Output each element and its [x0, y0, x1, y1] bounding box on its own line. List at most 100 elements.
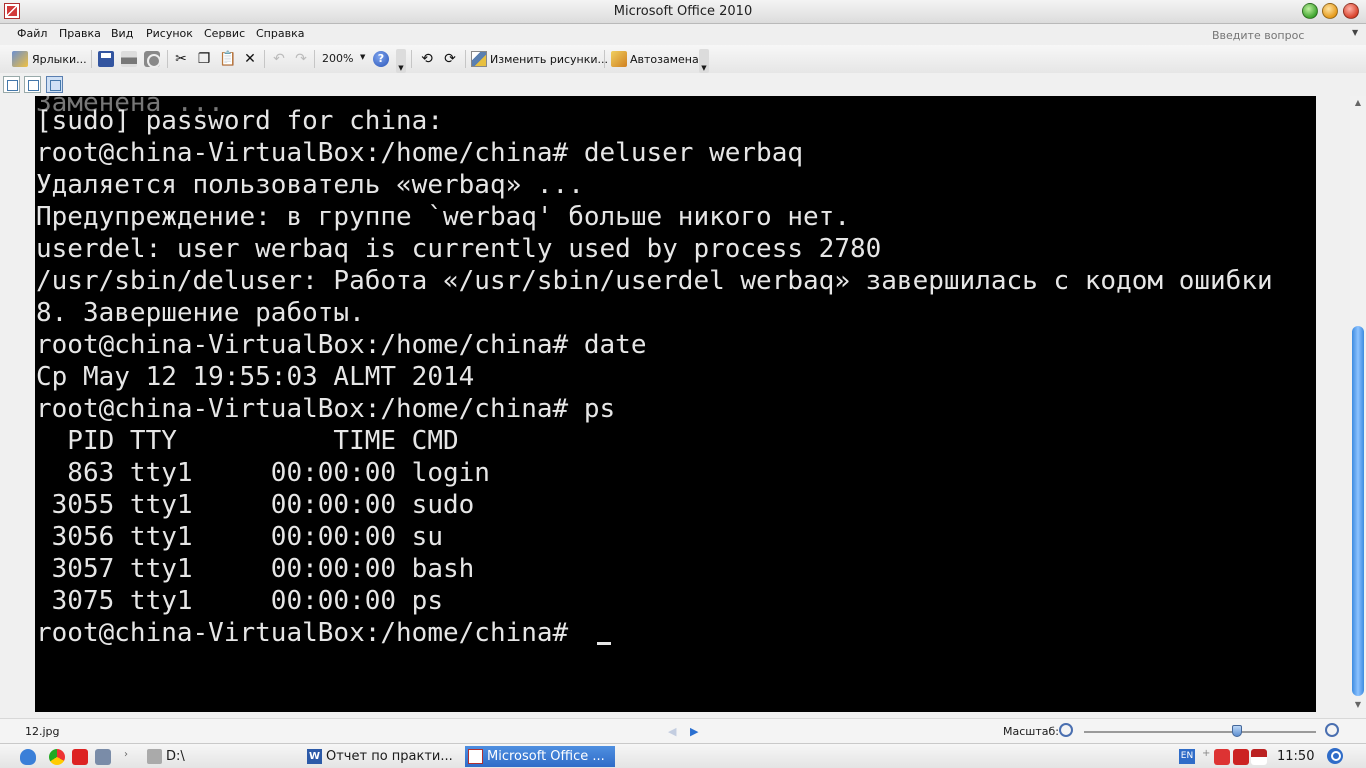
scroll-down-icon[interactable]: ▼: [1351, 700, 1365, 714]
menu-help[interactable]: Справка: [256, 27, 304, 40]
scroll-up-icon[interactable]: ▲: [1351, 98, 1365, 112]
taskbar-item-word[interactable]: W Отчет по практи...: [304, 746, 454, 767]
thumbnail-view-icon[interactable]: [3, 76, 20, 93]
edit-pictures-label: Изменить рисунки...: [490, 52, 609, 66]
print-button[interactable]: [121, 50, 137, 68]
language-indicator[interactable]: EN: [1179, 749, 1195, 764]
file-name: 12.jpg: [25, 725, 60, 738]
redo-icon: ↷: [295, 51, 307, 67]
chrome-icon[interactable]: [49, 749, 65, 765]
print-icon: [121, 51, 137, 67]
next-picture-icon[interactable]: ▶: [690, 725, 698, 738]
terminal-line: Удаляется пользователь «werbaq» ...: [36, 170, 584, 200]
standard-toolbar: Ярлыки... ✂ ❐ 📋 ✕ ↶ ↷ 200% ▼ ? ▼ ⟲ ⟳ Изм…: [0, 45, 1366, 73]
apple-menu-icon[interactable]: [20, 749, 36, 765]
checkmark-icon[interactable]: [1233, 749, 1249, 765]
terminal-line: root@china-VirtualBox:/home/china# ps: [36, 394, 616, 424]
flag-icon[interactable]: [1251, 749, 1267, 765]
menu-picture[interactable]: Рисунок: [146, 27, 193, 40]
zoom-slider-thumb[interactable]: [1232, 725, 1243, 737]
save-button[interactable]: [98, 50, 114, 68]
close-button[interactable]: [1343, 3, 1359, 19]
zoom-out-icon[interactable]: [1059, 723, 1073, 737]
scissors-icon: ✂: [175, 51, 187, 67]
plus-icon: +: [1202, 748, 1211, 759]
redo-button[interactable]: ↷: [293, 50, 309, 68]
zoom-label: Масштаб:: [1003, 725, 1059, 738]
help-question-icon: ?: [373, 51, 389, 67]
autocorrect-icon: [611, 51, 627, 67]
terminal-line: root@china-VirtualBox:/home/china# delus…: [36, 138, 804, 168]
toolbar-options-button[interactable]: ▼: [396, 49, 406, 73]
terminal-line: 3055 tty1 00:00:00 sudo: [36, 490, 475, 520]
toolbar-divider: [411, 50, 412, 68]
taskbar-drive-label: D:\: [166, 749, 185, 764]
minimize-button[interactable]: [1302, 3, 1318, 19]
shortcuts-icon: [12, 51, 28, 67]
terminal-line: 863 tty1 00:00:00 login: [36, 458, 490, 488]
terminal-line: 3075 tty1 00:00:00 ps: [36, 586, 443, 616]
status-bar: 12.jpg ◀ ▶ Масштаб:: [0, 718, 1366, 743]
taskbar-word-label: Отчет по практи...: [326, 749, 453, 764]
taskbar: › D:\ W Отчет по практи... Microsoft Off…: [0, 743, 1366, 768]
title-bar: Microsoft Office 2010: [0, 0, 1366, 24]
edit-pictures-button[interactable]: Изменить рисунки...: [471, 50, 608, 68]
vertical-scrollbar[interactable]: ▲ ▼: [1350, 96, 1366, 718]
window-title: Microsoft Office 2010: [613, 4, 753, 19]
menu-edit[interactable]: Правка: [59, 27, 101, 40]
terminal-cursor: [597, 642, 611, 645]
taskbar-office-label: Microsoft Office ...: [487, 749, 605, 764]
help-question-input[interactable]: [1212, 27, 1362, 43]
chevron-down-icon[interactable]: ▼: [360, 53, 365, 61]
undo-button[interactable]: ↶: [271, 50, 287, 68]
edit-picture-icon: [471, 51, 487, 67]
scrollbar-thumb[interactable]: [1352, 326, 1364, 696]
terminal-line: /usr/sbin/deluser: Работа «/usr/sbin/use…: [36, 266, 1273, 296]
rotate-right-icon: ⟳: [444, 51, 456, 67]
toolbar-divider: [314, 50, 315, 68]
scanner-icon: [144, 51, 161, 68]
save-icon: [98, 51, 114, 67]
delete-button[interactable]: ✕: [242, 50, 258, 68]
delete-x-icon: ✕: [244, 51, 256, 67]
maximize-button[interactable]: [1322, 3, 1338, 19]
gmail-icon[interactable]: [72, 749, 88, 765]
menu-view[interactable]: Вид: [111, 27, 133, 40]
picture-manager-icon: [468, 749, 483, 764]
word-icon: W: [307, 749, 322, 764]
toolbar-options-button[interactable]: ▼: [699, 49, 709, 73]
shortcuts-button[interactable]: Ярлыки...: [12, 50, 87, 68]
scan-button[interactable]: [144, 50, 161, 68]
terminal-line: 3056 tty1 00:00:00 su: [36, 522, 443, 552]
antivirus-icon[interactable]: [1214, 749, 1230, 765]
toolbar-divider: [91, 50, 92, 68]
picture-preview: Заменена ... [sudo] password for china: …: [35, 96, 1316, 712]
chevron-right-icon: ›: [124, 749, 128, 760]
zoom-slider-track[interactable]: [1084, 731, 1316, 733]
menu-tools[interactable]: Сервис: [204, 27, 245, 40]
menu-file[interactable]: Файл: [17, 27, 47, 40]
terminal-line: userdel: user werbaq is currently used b…: [36, 234, 882, 264]
chevron-down-icon[interactable]: ▼: [1352, 28, 1358, 37]
zoom-in-icon[interactable]: [1325, 723, 1339, 737]
paste-button[interactable]: 📋: [219, 50, 236, 68]
copy-button[interactable]: ❐: [196, 50, 212, 68]
search-icon[interactable]: [1327, 748, 1343, 764]
autocorrect-button[interactable]: Автозамена: [611, 50, 699, 68]
virtualbox-icon[interactable]: [95, 749, 111, 765]
rotate-left-button[interactable]: ⟲: [419, 50, 435, 68]
drive-icon: [147, 749, 162, 764]
cut-button[interactable]: ✂: [173, 50, 189, 68]
terminal-line: [sudo] password for china:: [36, 106, 443, 136]
single-picture-view-icon[interactable]: [46, 76, 63, 93]
undo-icon: ↶: [273, 51, 285, 67]
filmstrip-view-icon[interactable]: [24, 76, 41, 93]
terminal-line: PID TTY TIME CMD: [36, 426, 459, 456]
rotate-left-icon: ⟲: [421, 51, 433, 67]
help-button[interactable]: ?: [373, 50, 389, 68]
taskbar-item-drive[interactable]: D:\: [144, 746, 294, 767]
rotate-right-button[interactable]: ⟳: [442, 50, 458, 68]
toolbar-divider: [167, 50, 168, 68]
previous-picture-icon[interactable]: ◀: [668, 725, 676, 738]
taskbar-item-office[interactable]: Microsoft Office ...: [465, 746, 615, 767]
